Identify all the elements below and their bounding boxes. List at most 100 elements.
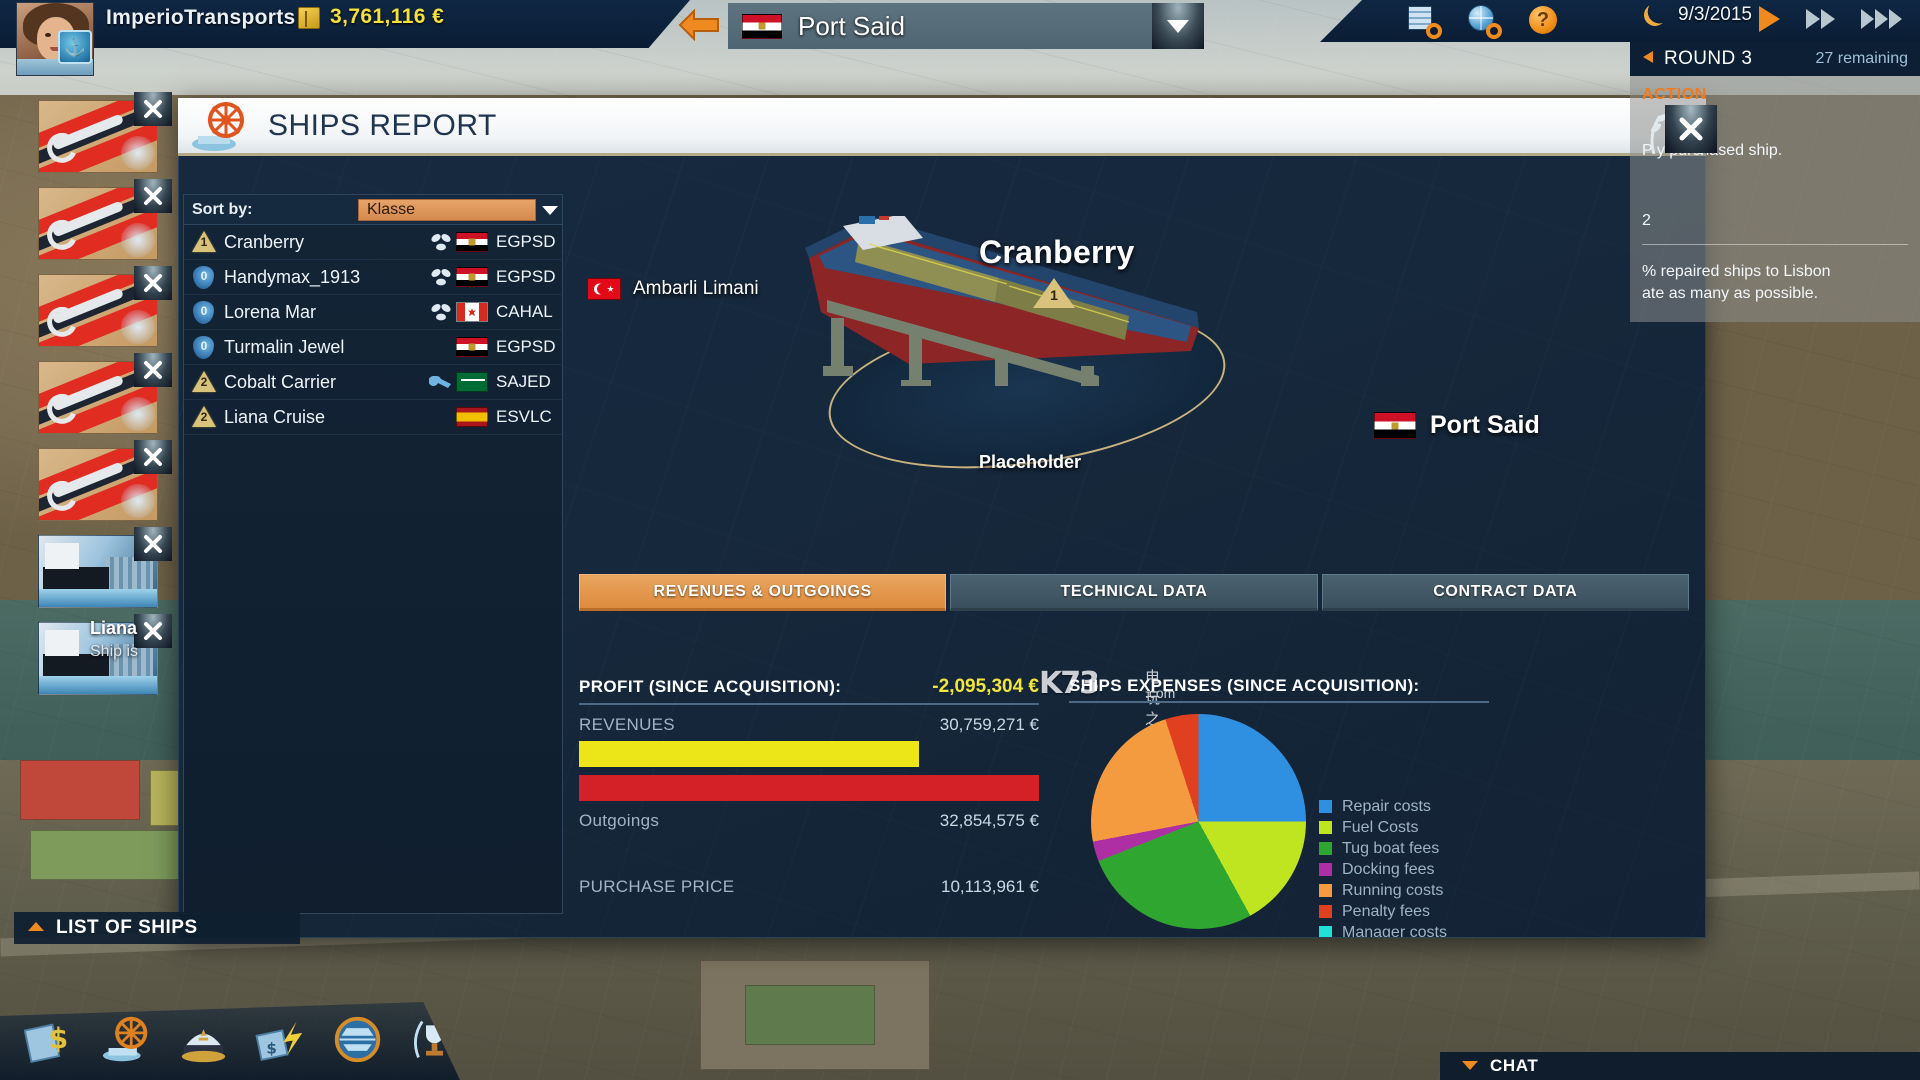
chat-bar[interactable]: CHAT <box>1440 1052 1920 1080</box>
finance-icon[interactable]: $ <box>23 1014 75 1068</box>
notification-title: Liana <box>90 618 138 638</box>
notification-item[interactable] <box>38 440 172 521</box>
legend-label: Docking fees <box>1342 860 1435 878</box>
caret-up-icon[interactable] <box>28 919 44 937</box>
notification-item[interactable]: Liana Ship is <box>38 614 172 695</box>
notification-subtitle: Ship is <box>90 643 139 660</box>
tab-contract-data[interactable]: CONTRACT DATA <box>1321 574 1689 611</box>
back-triangle-icon[interactable] <box>1642 50 1654 69</box>
tab-technical-data[interactable]: TECHNICAL DATA <box>950 574 1318 611</box>
table-row[interactable]: 2 Cobalt Carrier SAJED <box>184 365 562 400</box>
purchase-price-row: PURCHASE PRICE 10,113,961 € <box>579 877 1039 897</box>
city-block <box>745 985 875 1045</box>
contracts-icon[interactable]: $ <box>255 1014 306 1068</box>
table-row[interactable]: 1 Cranberry EGPSD <box>184 225 562 260</box>
ships-report-window: SHIPS REPORT Sort by: Klasse 1 Cranberry <box>178 98 1706 938</box>
origin-port-name: Ambarli Limani <box>633 278 759 299</box>
revenues-value: 30,759,271 € <box>939 715 1039 734</box>
list-of-ships-bar[interactable]: LIST OF SHIPS <box>14 912 300 944</box>
ship-name: Lorena Mar <box>224 301 317 322</box>
close-icon[interactable] <box>134 353 172 387</box>
flag-canada-icon <box>456 302 488 322</box>
table-row[interactable]: 0 Handymax_1913 EGPSD <box>184 260 562 295</box>
page-title: SHIPS REPORT <box>268 108 497 142</box>
purchase-price-value: 10,113,961 € <box>941 877 1039 896</box>
tab-revenues-outgoings[interactable]: REVENUES & OUTGOINGS <box>579 574 947 611</box>
flag-egypt-icon <box>1374 412 1416 439</box>
legend-swatch <box>1319 863 1332 876</box>
preview-class-badge-icon: 1 <box>1033 278 1075 308</box>
wrench-icon <box>426 372 456 392</box>
pie-slices <box>1091 714 1306 929</box>
chevron-down-icon[interactable] <box>1152 3 1204 49</box>
top-bar-right-panel <box>1320 0 1920 42</box>
round-message-2: 2 <box>1642 212 1651 229</box>
outgoings-label: Outgoings <box>579 811 660 830</box>
notification-item[interactable] <box>38 353 172 434</box>
pie-legend: Repair costs Fuel Costs Tug boat fees Docki… <box>1319 796 1472 937</box>
revenues-row: REVENUES 30,759,271 € <box>579 715 1039 735</box>
notification-item[interactable] <box>38 92 172 173</box>
action-label: ACTION <box>1642 86 1707 103</box>
round-title: ROUND 3 <box>1664 48 1753 69</box>
legend-label: Repair costs <box>1342 797 1431 815</box>
chevron-down-icon[interactable] <box>538 198 562 222</box>
expenses-pie-chart <box>1091 714 1306 929</box>
ships-wheel-icon <box>190 100 252 154</box>
legend-swatch <box>1319 884 1332 897</box>
current-port-name: Port Said <box>798 10 905 41</box>
captain-cap-icon[interactable] <box>178 1014 229 1068</box>
notification-item[interactable] <box>38 527 172 608</box>
outgoings-row: Outgoings 32,854,575 € <box>579 811 1039 831</box>
legend-label: Fuel Costs <box>1342 818 1419 836</box>
current-port-selector[interactable]: Port Said <box>728 3 1152 49</box>
propeller-icon <box>426 302 456 322</box>
port-code: EGPSD <box>496 267 556 286</box>
close-icon[interactable] <box>134 527 172 561</box>
legend-item: Fuel Costs <box>1319 817 1472 838</box>
table-row[interactable]: 2 Liana Cruise ESVLC <box>184 400 562 435</box>
port-code: EGPSD <box>496 337 556 356</box>
svg-text:$: $ <box>49 1022 69 1055</box>
notification-item[interactable] <box>38 266 172 347</box>
close-icon[interactable] <box>134 266 172 300</box>
destination-port-name: Port Said <box>1430 411 1540 439</box>
back-arrow-icon[interactable] <box>678 6 720 44</box>
notification-stack: Liana Ship is <box>38 92 198 709</box>
expenses-section: SHIPS EXPENSES (SINCE ACQUISITION): Repa… <box>1069 676 1689 937</box>
close-icon[interactable] <box>134 92 172 126</box>
legend-swatch <box>1319 905 1332 918</box>
caret-down-icon[interactable] <box>1462 1057 1478 1075</box>
sort-select[interactable]: Klasse <box>358 198 536 221</box>
sort-bar: Sort by: Klasse <box>184 195 562 225</box>
notification-text: Liana Ship is <box>90 618 260 661</box>
propeller-icon <box>426 232 456 252</box>
table-row[interactable]: 0 Turmalin Jewel EGPSD <box>184 330 562 365</box>
profit-section: PROFIT (SINCE ACQUISITION): -2,095,304 €… <box>579 676 1039 897</box>
legend-swatch <box>1319 800 1332 813</box>
legend-swatch <box>1319 842 1332 855</box>
report-tabs: REVENUES & OUTGOINGS TECHNICAL DATA CONT… <box>579 574 1689 611</box>
ships-wheel-icon[interactable] <box>101 1014 152 1068</box>
notification-item[interactable] <box>38 179 172 260</box>
report-title-bar: SHIPS REPORT <box>178 98 1706 156</box>
city-block <box>20 760 140 820</box>
close-icon[interactable] <box>134 440 172 474</box>
port-code: CAHAL <box>496 302 553 321</box>
expenses-header: SHIPS EXPENSES (SINCE ACQUISITION): <box>1069 676 1489 703</box>
close-icon[interactable] <box>1665 105 1717 153</box>
table-row[interactable]: 0 Lorena Mar CAHAL <box>184 295 562 330</box>
ships-list-panel: Sort by: Klasse 1 Cranberry EGPSD 0 Hand… <box>183 194 563 914</box>
flag-egypt-icon <box>456 337 488 357</box>
legend-swatch <box>1319 926 1332 937</box>
close-icon[interactable] <box>134 179 172 213</box>
legend-item: Manager costs <box>1319 922 1472 937</box>
profit-header: PROFIT (SINCE ACQUISITION): -2,095,304 € <box>579 676 1039 705</box>
origin-port: Ambarli Limani <box>587 278 759 300</box>
shipyard-icon[interactable] <box>332 1014 383 1068</box>
legend-label: Penalty fees <box>1342 902 1431 920</box>
ship-name: Cranberry <box>224 231 305 252</box>
ship-name: Handymax_1913 <box>224 266 361 287</box>
legend-label: Tug boat fees <box>1342 839 1440 857</box>
propeller-icon <box>426 267 456 287</box>
